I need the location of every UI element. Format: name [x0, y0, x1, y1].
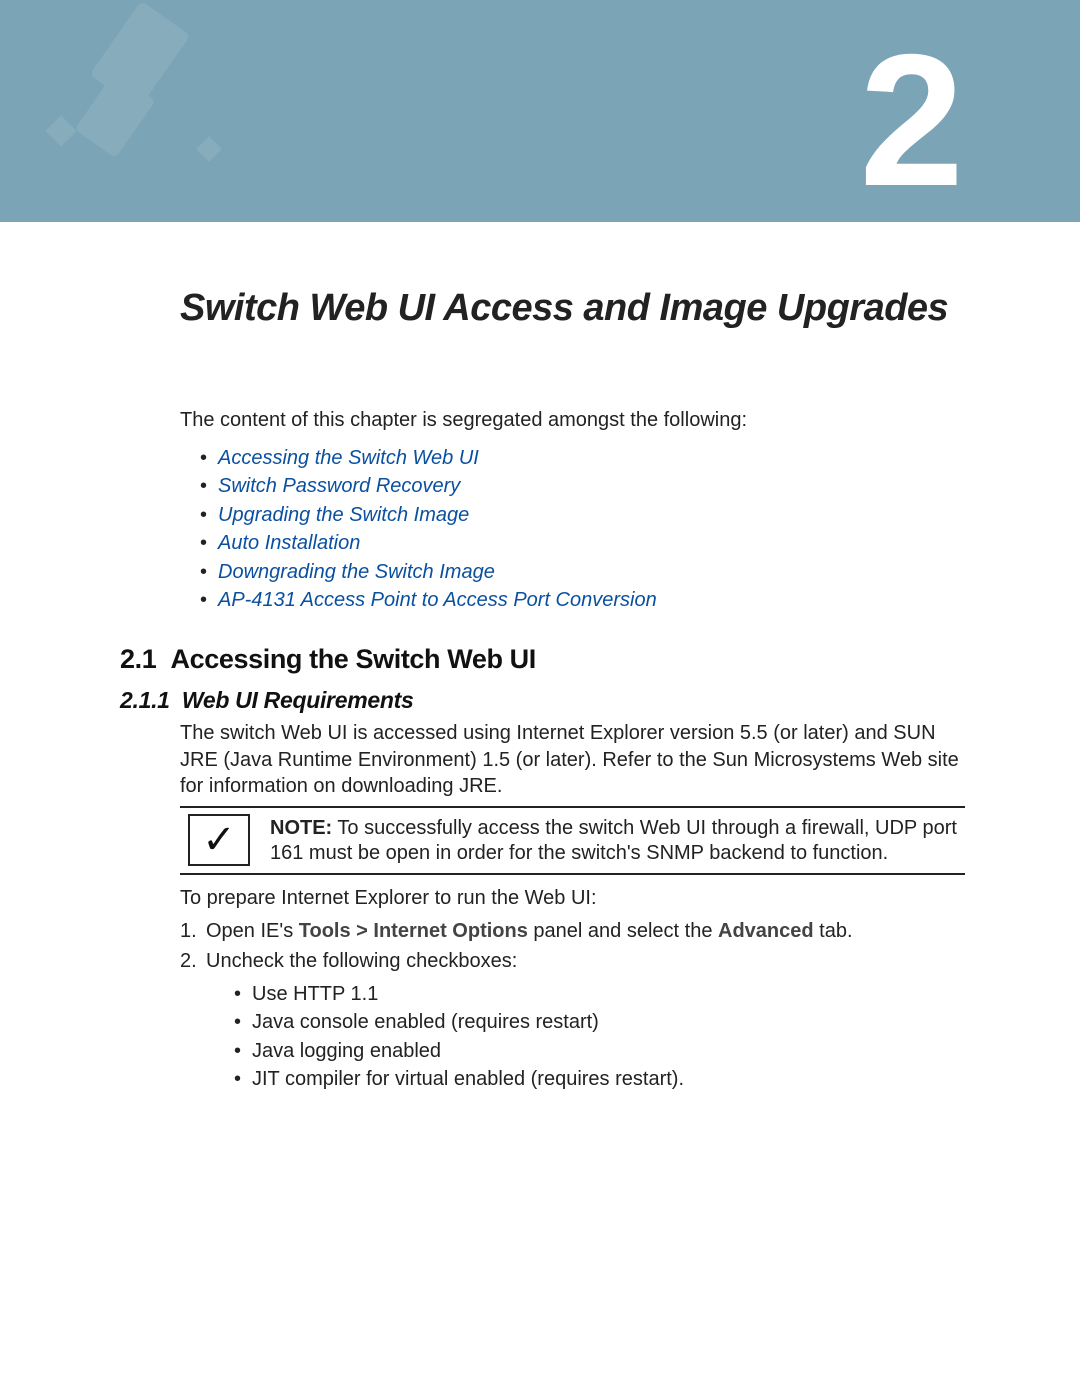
- note-icon-box: ✓: [188, 814, 250, 866]
- toc-link-auto-install[interactable]: Auto Installation: [218, 532, 360, 554]
- step2-text: Uncheck the following checkboxes:: [206, 950, 517, 972]
- section-title: Accessing the Switch Web UI: [171, 644, 536, 674]
- chapter-title: Switch Web UI Access and Image Upgrades: [180, 287, 965, 330]
- chapter-number: 2: [859, 12, 960, 222]
- sub-item: Java logging enabled: [234, 1037, 965, 1065]
- toc-link-downgrading[interactable]: Downgrading the Switch Image: [218, 561, 495, 583]
- subsection-title: Web UI Requirements: [182, 687, 414, 713]
- note-label: NOTE:: [270, 817, 332, 839]
- subsection-heading: 2.1.1 Web UI Requirements: [120, 687, 965, 714]
- steps-lead: To prepare Internet Explorer to run the …: [180, 885, 965, 911]
- toc-item: Upgrading the Switch Image: [204, 501, 965, 529]
- sub-item: Java console enabled (requires restart): [234, 1008, 965, 1036]
- chapter-toc: Accessing the Switch Web UI Switch Passw…: [204, 444, 965, 614]
- toc-item: Accessing the Switch Web UI: [204, 444, 965, 472]
- note-text: NOTE: To successfully access the switch …: [270, 814, 965, 867]
- toc-item: AP-4131 Access Point to Access Port Conv…: [204, 586, 965, 614]
- step1-mid: panel and select the: [528, 920, 718, 942]
- subsection-number: 2.1.1: [120, 687, 170, 713]
- note-rule-top: [180, 806, 965, 808]
- toc-item: Downgrading the Switch Image: [204, 558, 965, 586]
- steps-list: Open IE's Tools > Internet Options panel…: [180, 917, 965, 1093]
- toc-item: Switch Password Recovery: [204, 472, 965, 500]
- banner-decoration: [40, 0, 240, 200]
- toc-link-ap4131[interactable]: AP-4131 Access Point to Access Port Conv…: [218, 589, 657, 611]
- note-rule-bottom: [180, 873, 965, 875]
- checkmark-icon: ✓: [202, 820, 236, 860]
- step1-bold1: Tools > Internet Options: [299, 920, 528, 942]
- page-content: Switch Web UI Access and Image Upgrades …: [0, 222, 1080, 1093]
- toc-link-password-recovery[interactable]: Switch Password Recovery: [218, 475, 460, 497]
- note-box: ✓ NOTE: To successfully access the switc…: [180, 814, 965, 867]
- step1-post: tab.: [814, 920, 853, 942]
- sub-item: JIT compiler for virtual enabled (requir…: [234, 1065, 965, 1093]
- chapter-banner: 2: [0, 0, 1080, 222]
- step1-pre: Open IE's: [206, 920, 299, 942]
- toc-link-accessing[interactable]: Accessing the Switch Web UI: [218, 447, 479, 469]
- toc-link-upgrading[interactable]: Upgrading the Switch Image: [218, 504, 469, 526]
- step-item: Open IE's Tools > Internet Options panel…: [180, 917, 965, 945]
- subsection-para: The switch Web UI is accessed using Inte…: [180, 720, 965, 799]
- step-item: Uncheck the following checkboxes: Use HT…: [180, 947, 965, 1093]
- section-number: 2.1: [120, 644, 156, 674]
- step1-bold2: Advanced: [718, 920, 814, 942]
- step2-sublist: Use HTTP 1.1 Java console enabled (requi…: [234, 980, 965, 1094]
- toc-item: Auto Installation: [204, 529, 965, 557]
- sub-item: Use HTTP 1.1: [234, 980, 965, 1008]
- section-heading: 2.1 Accessing the Switch Web UI: [120, 644, 965, 675]
- note-body: To successfully access the switch Web UI…: [270, 817, 957, 865]
- intro-text: The content of this chapter is segregate…: [180, 406, 965, 434]
